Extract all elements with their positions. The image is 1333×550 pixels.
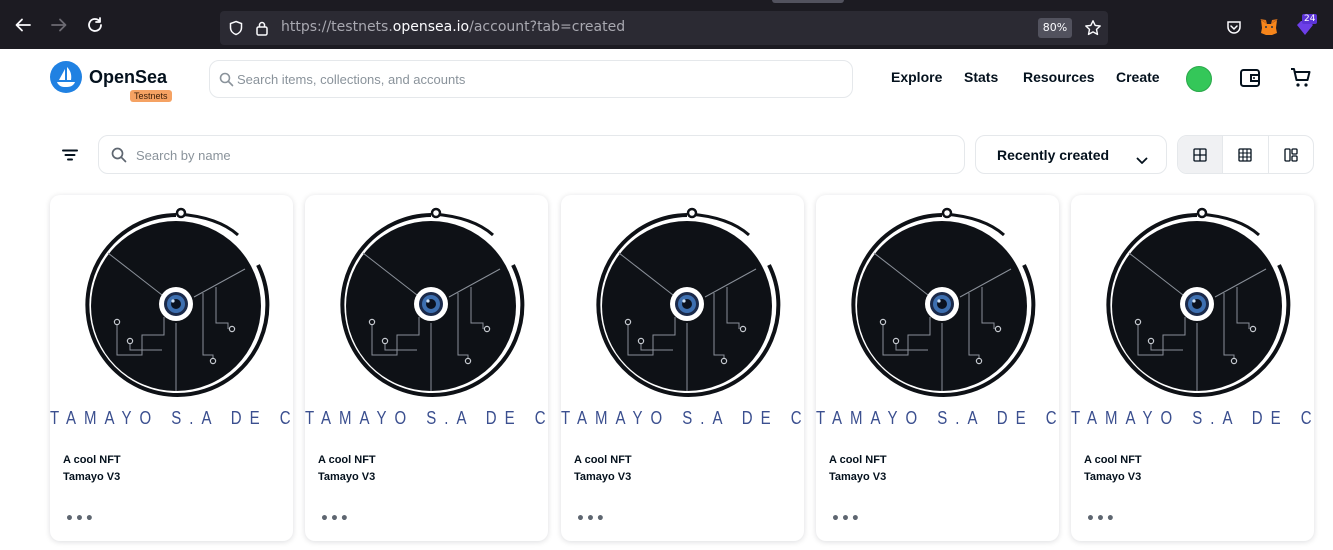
nft-brand-text: TAMAYO S.A DE C.V (561, 407, 804, 430)
logo-text[interactable]: OpenSea (89, 67, 167, 88)
nft-name[interactable]: Tamayo V3 (829, 471, 886, 483)
browser-toolbar: https://testnets.opensea.io/account?tab=… (0, 0, 1333, 49)
grid-view-toggle (1177, 135, 1314, 174)
back-arrow-icon[interactable] (13, 15, 33, 35)
nav-create[interactable]: Create (1116, 69, 1160, 85)
shield-icon[interactable] (228, 20, 244, 40)
nft-collection-name[interactable]: A cool NFT (829, 454, 887, 466)
extension-count-badge: 24 (1302, 14, 1318, 24)
more-options-icon[interactable]: ••• (1086, 511, 1116, 527)
nft-card[interactable]: TAMAYO S.A DE C.V A cool NFT Tamayo V3 •… (305, 195, 548, 541)
search-icon (219, 72, 234, 91)
nft-grid: TAMAYO S.A DE C.V A cool NFT Tamayo V3 •… (50, 195, 1314, 541)
name-search-input[interactable]: Search by name (98, 135, 965, 174)
sort-dropdown-label: Recently created (997, 147, 1110, 163)
global-search-input[interactable]: Search items, collections, and accounts (209, 60, 853, 98)
nav-explore[interactable]: Explore (891, 69, 942, 85)
nft-name[interactable]: Tamayo V3 (574, 471, 631, 483)
nft-brand-text: TAMAYO S.A DE C.V (305, 407, 548, 430)
view-large-grid-button[interactable] (1178, 136, 1224, 173)
nft-brand-text: TAMAYO S.A DE C.V (816, 407, 1059, 430)
nav-stats[interactable]: Stats (964, 69, 998, 85)
view-mosaic-button[interactable] (1269, 136, 1313, 173)
lock-icon[interactable] (255, 20, 269, 40)
mosaic-icon (1284, 147, 1298, 162)
nft-name[interactable]: Tamayo V3 (318, 471, 375, 483)
small-grid-icon (1238, 147, 1253, 162)
url-suffix: /account?tab=created (469, 19, 626, 35)
zoom-level[interactable]: 80% (1038, 18, 1072, 38)
forward-arrow-icon[interactable] (49, 15, 69, 35)
cart-icon[interactable] (1289, 66, 1313, 94)
avatar[interactable] (1186, 66, 1212, 92)
more-options-icon[interactable]: ••• (65, 511, 95, 527)
url-host: opensea.io (392, 19, 470, 35)
nft-card[interactable]: TAMAYO S.A DE C.V A cool NFT Tamayo V3 •… (50, 195, 293, 541)
nav-resources[interactable]: Resources (1023, 69, 1095, 85)
site-header: OpenSea Testnets Search items, collectio… (0, 49, 1333, 109)
sort-dropdown[interactable]: Recently created (975, 135, 1167, 174)
chevron-down-icon (1136, 150, 1148, 169)
nft-collection-name[interactable]: A cool NFT (318, 454, 376, 466)
filter-toggle-button[interactable] (56, 141, 84, 169)
more-options-icon[interactable]: ••• (831, 511, 861, 527)
wallet-icon[interactable] (1239, 67, 1261, 93)
testnets-badge: Testnets (130, 90, 172, 102)
nft-collection-name[interactable]: A cool NFT (1084, 454, 1142, 466)
large-grid-icon (1193, 147, 1207, 162)
nft-name[interactable]: Tamayo V3 (1084, 471, 1141, 483)
address-bar[interactable]: https://testnets.opensea.io/account?tab=… (220, 11, 1108, 45)
global-search-placeholder: Search items, collections, and accounts (237, 72, 466, 87)
bookmark-star-icon[interactable] (1084, 19, 1102, 41)
nft-card[interactable]: TAMAYO S.A DE C.V A cool NFT Tamayo V3 •… (561, 195, 804, 541)
url-text[interactable]: https://testnets.opensea.io/account?tab=… (281, 19, 625, 35)
nft-card[interactable]: TAMAYO S.A DE C.V A cool NFT Tamayo V3 •… (1071, 195, 1314, 541)
tab-indicator (772, 0, 844, 3)
nft-name[interactable]: Tamayo V3 (63, 471, 120, 483)
more-options-icon[interactable]: ••• (320, 511, 350, 527)
more-options-icon[interactable]: ••• (576, 511, 606, 527)
nft-brand-text: TAMAYO S.A DE C.V (50, 407, 293, 430)
nft-brand-text: TAMAYO S.A DE C.V (1071, 407, 1314, 430)
nft-collection-name[interactable]: A cool NFT (574, 454, 632, 466)
view-small-grid-button[interactable] (1223, 136, 1269, 173)
url-prefix: https://testnets. (281, 19, 393, 35)
metamask-fox-icon[interactable] (1259, 18, 1279, 40)
name-search-placeholder: Search by name (136, 148, 231, 163)
opensea-logo-icon[interactable] (50, 61, 82, 93)
nft-collection-name[interactable]: A cool NFT (63, 454, 121, 466)
reload-icon[interactable] (85, 15, 105, 35)
nft-card[interactable]: TAMAYO S.A DE C.V A cool NFT Tamayo V3 •… (816, 195, 1059, 541)
search-icon (111, 147, 127, 167)
pocket-icon[interactable] (1226, 19, 1242, 39)
